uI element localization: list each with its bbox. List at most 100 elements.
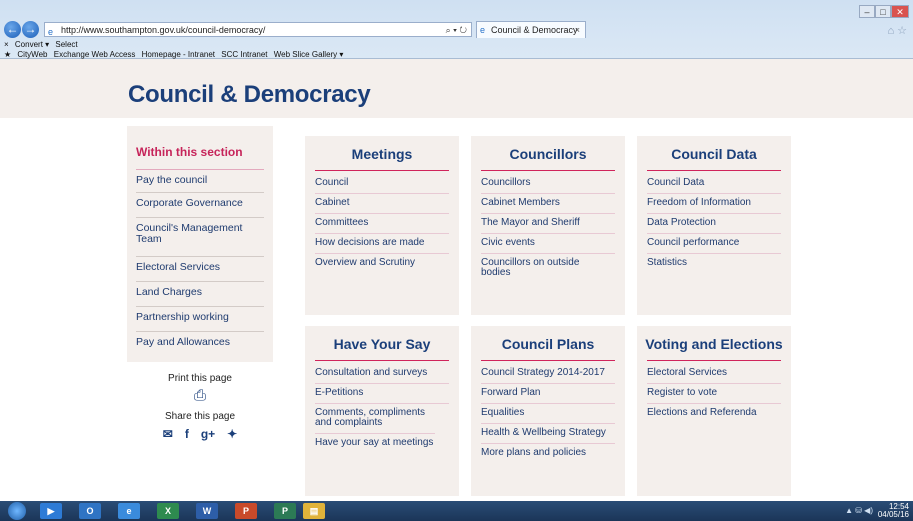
- close-window-button[interactable]: ✕: [891, 5, 909, 18]
- card-link[interactable]: Cabinet Members: [481, 198, 615, 214]
- tab-close-icon[interactable]: ×: [575, 22, 580, 39]
- taskbar-outlook-icon[interactable]: O: [79, 503, 101, 519]
- favorites-star-icon[interactable]: ★: [4, 50, 11, 59]
- card-link[interactable]: Electoral Services: [647, 368, 781, 384]
- card-title: Council Data: [671, 146, 757, 162]
- card-link[interactable]: Councillors on outside bodies: [481, 258, 591, 283]
- printer-icon[interactable]: ⎙: [127, 387, 273, 404]
- section-sidebar: Within this section Pay the council Corp…: [127, 126, 273, 362]
- taskbar-media-player-icon[interactable]: ▶: [40, 503, 62, 519]
- card-link[interactable]: Forward Plan: [481, 388, 615, 404]
- card-title: Have Your Say: [333, 336, 431, 352]
- card-link[interactable]: Council Strategy 2014-2017: [481, 368, 615, 384]
- taskbar-explorer-icon[interactable]: ▤: [303, 503, 325, 519]
- home-favorites-icons[interactable]: ⌂ ☆: [887, 24, 907, 37]
- taskbar-clock[interactable]: 12:54 04/05/16: [878, 503, 909, 519]
- card-meetings: Meetings Council Cabinet Committees How …: [305, 136, 459, 315]
- card-link[interactable]: Council performance: [647, 238, 781, 254]
- forward-button[interactable]: →: [22, 21, 39, 38]
- minimize-button[interactable]: –: [859, 5, 875, 18]
- card-link[interactable]: E-Petitions: [315, 388, 449, 404]
- taskbar-excel-icon[interactable]: X: [157, 503, 179, 519]
- select-button[interactable]: Select: [55, 40, 77, 49]
- card-title: Council Plans: [501, 336, 595, 352]
- card-link[interactable]: Council Data: [647, 178, 781, 194]
- card-link[interactable]: Register to vote: [647, 388, 781, 404]
- card-divider: [481, 170, 615, 171]
- card-link[interactable]: The Mayor and Sheriff: [481, 218, 615, 234]
- card-link[interactable]: Equalities: [481, 408, 615, 424]
- fav-cityweb[interactable]: CityWeb: [17, 50, 47, 59]
- card-link[interactable]: Statistics: [647, 258, 781, 273]
- sidebar-item-pay-allowances[interactable]: Pay and Allowances: [136, 331, 264, 355]
- start-button[interactable]: [8, 502, 26, 520]
- share-icons: ✉ f g+ ✦: [127, 427, 273, 441]
- card-divider: [647, 360, 781, 361]
- card-link[interactable]: Councillors: [481, 178, 615, 194]
- card-council-plans: Council Plans Council Strategy 2014-2017…: [471, 326, 625, 496]
- fav-web-slice-gallery[interactable]: Web Slice Gallery ▾: [274, 50, 344, 59]
- system-tray-icons[interactable]: ▲ ⛁ ◀): [845, 506, 873, 515]
- email-icon[interactable]: ✉: [163, 427, 173, 441]
- fav-exchange[interactable]: Exchange Web Access: [54, 50, 136, 59]
- card-title: Councillors: [509, 146, 587, 162]
- card-link[interactable]: Committees: [315, 218, 449, 234]
- card-link[interactable]: Cabinet: [315, 198, 449, 214]
- card-link[interactable]: Data Protection: [647, 218, 781, 234]
- tab-council-democracy[interactable]: e Council & Democracy ×: [476, 21, 586, 38]
- tab-ie-icon: e: [480, 25, 486, 35]
- card-link[interactable]: Elections and Referenda: [647, 408, 781, 423]
- sidebar-item-management-team[interactable]: Council's Management Team: [136, 217, 264, 255]
- address-url: http://www.southampton.gov.uk/council-de…: [61, 25, 266, 35]
- window-controls: – □ ✕: [859, 2, 909, 18]
- card-link[interactable]: Council: [315, 178, 449, 194]
- facebook-icon[interactable]: f: [185, 427, 189, 441]
- card-title: Meetings: [351, 146, 413, 162]
- share-label: Share this page: [164, 411, 236, 422]
- card-council-data: Council Data Council Data Freedom of Inf…: [637, 136, 791, 315]
- fav-homepage-intranet[interactable]: Homepage - Intranet: [142, 50, 215, 59]
- card-link[interactable]: Health & Wellbeing Strategy: [481, 428, 615, 444]
- convert-button[interactable]: Convert ▾: [15, 40, 49, 49]
- windows-taskbar: ▶ O e X W P P ▤ ▲ ⛁ ◀) 12:54 04/05/16: [0, 501, 913, 521]
- card-link[interactable]: Consultation and surveys: [315, 368, 449, 384]
- taskbar-word-icon[interactable]: W: [196, 503, 218, 519]
- card-link[interactable]: Freedom of Information: [647, 198, 781, 214]
- card-divider: [647, 170, 781, 171]
- sidebar-item-pay-council[interactable]: Pay the council: [136, 169, 264, 191]
- card-link[interactable]: Have your say at meetings: [315, 438, 449, 453]
- card-link[interactable]: Comments, compliments and complaints: [315, 408, 435, 434]
- card-divider: [481, 360, 615, 361]
- close-bar-icon[interactable]: ×: [4, 40, 9, 49]
- card-link[interactable]: Civic events: [481, 238, 615, 254]
- back-button[interactable]: ←: [4, 21, 21, 38]
- taskbar-powerpoint-icon[interactable]: P: [235, 503, 257, 519]
- card-title: Voting and Elections: [645, 336, 783, 352]
- card-councillors: Councillors Councillors Cabinet Members …: [471, 136, 625, 315]
- sidebar-item-corporate-governance[interactable]: Corporate Governance: [136, 192, 264, 216]
- browser-chrome: ← → e http://www.southampton.gov.uk/coun…: [0, 0, 913, 59]
- card-link[interactable]: Overview and Scrutiny: [315, 258, 449, 273]
- twitter-icon[interactable]: ✦: [227, 427, 237, 441]
- fav-scc-intranet[interactable]: SCC Intranet: [221, 50, 267, 59]
- address-tools-icon[interactable]: ⌕ ▾ ↻: [446, 23, 467, 38]
- sidebar-item-partnership-working[interactable]: Partnership working: [136, 306, 264, 330]
- clock-date: 04/05/16: [877, 510, 909, 519]
- taskbar-project-icon[interactable]: P: [274, 503, 296, 519]
- sidebar-item-land-charges[interactable]: Land Charges: [136, 281, 264, 305]
- address-bar[interactable]: e http://www.southampton.gov.uk/council-…: [44, 22, 472, 37]
- maximize-button[interactable]: □: [875, 5, 891, 18]
- print-label[interactable]: Print this page: [127, 373, 273, 384]
- page-title: Council & Democracy: [128, 81, 371, 108]
- card-divider: [315, 360, 449, 361]
- google-plus-icon[interactable]: g+: [201, 427, 215, 441]
- sidebar-heading: Within this section: [136, 145, 243, 159]
- command-bar: × Convert ▾ Select: [0, 40, 913, 50]
- tab-title: Council & Democracy: [491, 25, 578, 35]
- taskbar-ie-icon[interactable]: e: [118, 503, 140, 519]
- card-divider: [315, 170, 449, 171]
- card-link[interactable]: How decisions are made: [315, 238, 449, 254]
- card-have-your-say: Have Your Say Consultation and surveys E…: [305, 326, 459, 496]
- sidebar-item-electoral-services[interactable]: Electoral Services: [136, 256, 264, 280]
- card-link[interactable]: More plans and policies: [481, 448, 615, 463]
